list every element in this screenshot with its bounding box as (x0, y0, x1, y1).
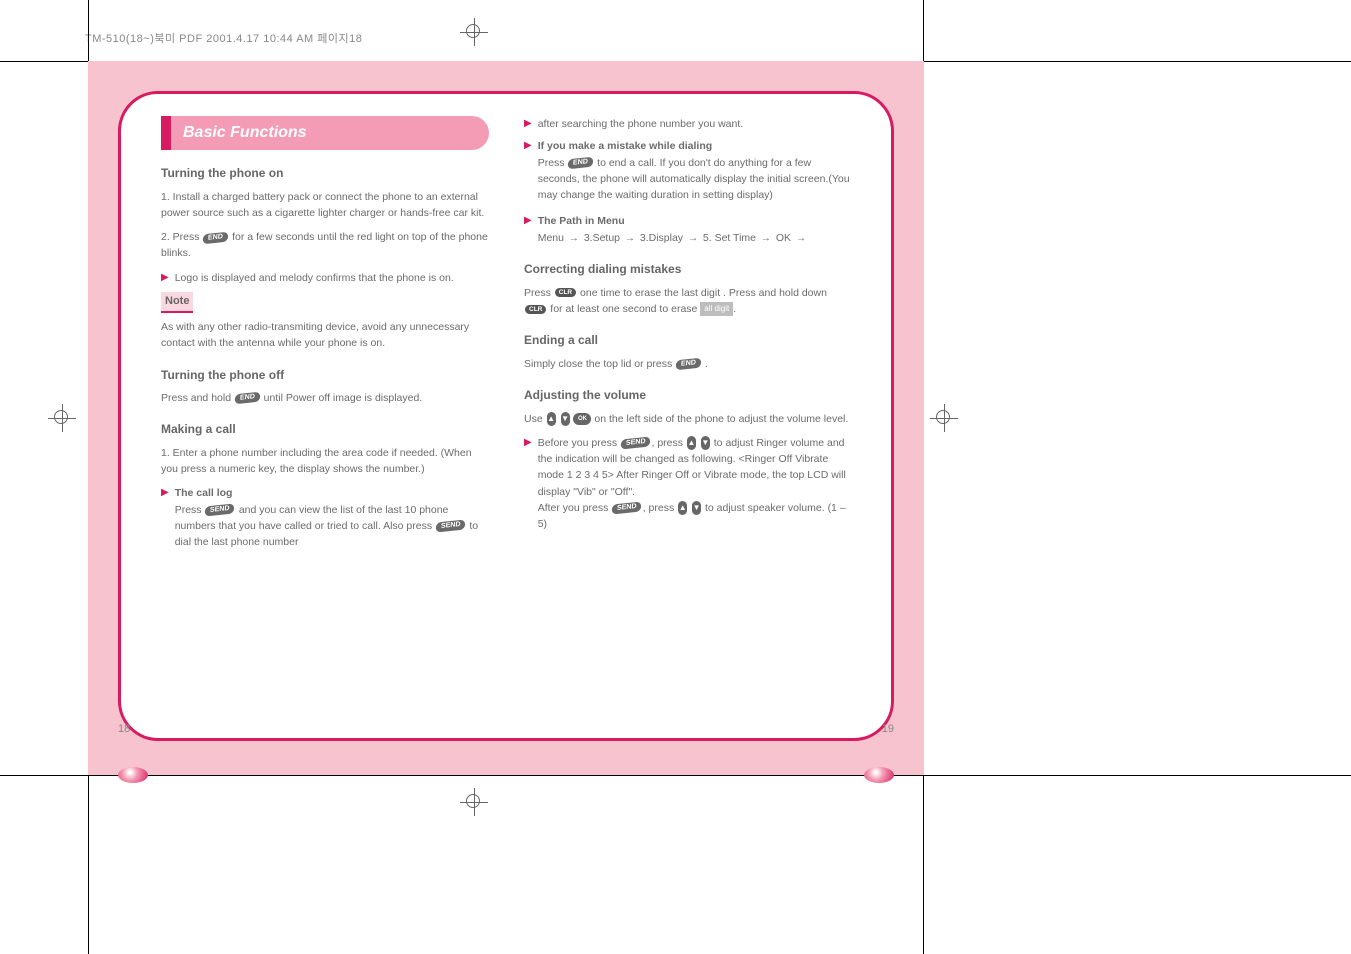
heading-power-on: Turning the phone on (161, 164, 488, 183)
triangle-bullet-icon: ▶ (524, 138, 532, 154)
heading-power-off: Turning the phone off (161, 366, 488, 385)
decorative-sphere-icon (864, 767, 894, 783)
up-key-icon: ▲ (678, 501, 687, 515)
registration-mark-left (48, 404, 76, 432)
triangle-bullet-icon: ▶ (524, 435, 532, 451)
registration-mark-top (460, 18, 488, 46)
clr-key-icon: CLR (555, 288, 576, 297)
bullet: ▶ The call log Press SEND and you can vi… (161, 485, 488, 550)
highlight-bar: all digit (700, 302, 733, 316)
bullet: ▶ The Path in Menu Menu → 3.Setup → 3.Di… (524, 213, 851, 246)
page-number-right: 19 (882, 723, 894, 735)
arrow-right-icon: → (688, 233, 698, 244)
heading-end: Ending a call (524, 331, 851, 350)
note-label: Note (161, 292, 193, 313)
bullet: ▶ Before you press SEND, press ▲ ▼ to ad… (524, 435, 851, 533)
page-number-left: 18 (118, 723, 130, 735)
text: Use ▲ ▼ OK on the left side of the phone… (524, 411, 851, 427)
arrow-right-icon: → (761, 233, 771, 244)
end-key-icon: END (235, 392, 260, 404)
send-key-icon: SEND (621, 437, 651, 450)
content-card: Basic Functions Turning the phone on 1. … (118, 91, 894, 741)
source-header: TM-510(18~)북미 PDF 2001.4.17 10:44 AM 페이지… (85, 30, 362, 46)
text: 1. Enter a phone number including the ar… (161, 445, 488, 478)
triangle-bullet-icon: ▶ (524, 213, 532, 229)
end-key-icon: END (676, 358, 701, 370)
bullet: ▶ Logo is displayed and melody confirms … (161, 270, 488, 286)
send-key-icon: SEND (205, 504, 235, 517)
send-key-icon: SEND (612, 502, 642, 515)
down-key-icon: ▼ (692, 501, 701, 515)
end-key-icon: END (568, 157, 593, 169)
heading-correct: Correcting dialing mistakes (524, 260, 851, 279)
section-title-bar: Basic Functions (161, 116, 488, 150)
up-key-icon: ▲ (687, 436, 696, 450)
up-key-icon: ▲ (547, 412, 556, 426)
triangle-bullet-icon: ▶ (161, 485, 169, 501)
text: Press CLR one time to erase the last dig… (524, 285, 851, 318)
decorative-sphere-icon (118, 767, 148, 783)
right-column: ▶ after searching the phone number you w… (524, 116, 851, 557)
arrow-right-icon: → (569, 233, 579, 244)
clr-key-icon: CLR (525, 305, 546, 314)
bullet: ▶ after searching the phone number you w… (524, 116, 851, 132)
send-key-icon: SEND (436, 520, 466, 533)
text: 2. Press END for a few seconds until the… (161, 229, 488, 262)
page-background: Basic Functions Turning the phone on 1. … (88, 61, 924, 775)
down-key-icon: ▼ (701, 436, 710, 450)
note-body: As with any other radio-transmiting devi… (161, 319, 488, 352)
down-key-icon: ▼ (561, 412, 570, 426)
text: 1. Install a charged battery pack or con… (161, 189, 488, 222)
section-title: Basic Functions (171, 116, 489, 150)
ok-key-icon: OK (573, 413, 591, 425)
text: Simply close the top lid or press END . (524, 356, 851, 372)
bullet: ▶ If you make a mistake while dialing Pr… (524, 138, 851, 203)
triangle-bullet-icon: ▶ (161, 270, 169, 286)
triangle-bullet-icon: ▶ (524, 116, 532, 132)
heading-call: Making a call (161, 420, 488, 439)
arrow-right-icon: → (796, 233, 806, 244)
left-column: Basic Functions Turning the phone on 1. … (161, 116, 488, 557)
end-key-icon: END (203, 231, 228, 243)
crop-line-bottom (0, 775, 1351, 776)
text: Press and hold END until Power off image… (161, 390, 488, 406)
registration-mark-right (930, 404, 958, 432)
arrow-right-icon: → (625, 233, 635, 244)
heading-volume: Adjusting the volume (524, 386, 851, 405)
registration-mark-bottom (460, 788, 488, 816)
